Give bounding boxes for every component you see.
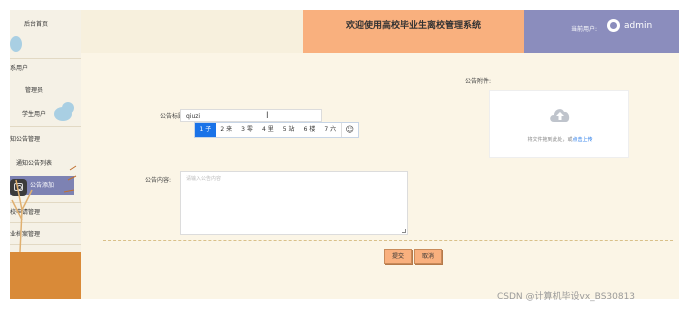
current-user-label: 当前用户: — [571, 26, 598, 33]
avatar[interactable] — [607, 19, 620, 32]
text-cursor-icon: I — [266, 111, 269, 121]
header-spacer — [81, 10, 303, 53]
upload-link[interactable]: 点击上传 — [573, 137, 593, 143]
page-title: 欢迎使用高校毕业生离校管理系统 — [345, 21, 481, 31]
cloud-upload-icon — [550, 109, 570, 122]
watermark: CSDN @计算机毕设vx_BS30813 — [497, 292, 636, 302]
cloud-icon — [10, 36, 22, 52]
cancel-button[interactable]: 取消 — [414, 249, 442, 264]
sidebar-group-users[interactable]: 系用户 — [10, 63, 81, 72]
ime-candidate[interactable]: 2 来 — [216, 123, 237, 137]
sidebar-item-home[interactable]: 后台首页 — [24, 19, 81, 28]
emoji-icon[interactable]: ☺ — [340, 123, 358, 137]
sidebar-divider — [10, 58, 81, 59]
main-content: 公告标题: qiuzi 1 子 2 来 3 零 4 里 5 站 6 楼 7 六 … — [81, 53, 679, 299]
tree-decoration — [11, 165, 77, 252]
ime-candidate[interactable]: 5 站 — [278, 123, 299, 137]
sidebar-divider — [10, 126, 81, 127]
form-divider — [103, 240, 673, 241]
header-title-bar: 欢迎使用高校毕业生离校管理系统 — [303, 10, 524, 53]
title-input[interactable]: qiuzi — [180, 109, 322, 122]
sidebar-item-admins[interactable]: 管理员 — [25, 85, 81, 94]
upload-hint: 将文件拖到此处，或点击上传 — [527, 137, 593, 143]
ime-candidate[interactable]: 4 里 — [257, 123, 278, 137]
ime-candidate-bar: 1 子 2 来 3 零 4 里 5 站 6 楼 7 六 ☺ — [194, 122, 359, 138]
cloud-icon — [62, 102, 74, 114]
file-upload-dropzone[interactable]: 将文件拖到此处，或点击上传 — [489, 90, 629, 158]
content-label: 公告内容: — [144, 177, 171, 184]
ime-candidate[interactable]: 7 六 — [320, 123, 341, 137]
title-label: 公告标题: — [159, 113, 186, 120]
content-placeholder: 请输入公告内容 — [186, 176, 222, 182]
sidebar: 后台首页 系用户 管理员 学生用户 知公告管理 通知公告列表 公告添加 校申请管… — [10, 10, 81, 299]
current-user-name[interactable]: admin — [624, 21, 652, 31]
submit-button[interactable]: 提交 — [384, 249, 412, 264]
attachment-label: 公告附件: — [464, 78, 491, 85]
ime-candidate[interactable]: 6 楼 — [299, 123, 320, 137]
sidebar-footer-decoration — [10, 252, 81, 299]
header-user-panel: 当前用户: admin — [524, 10, 679, 53]
ime-candidate[interactable]: 1 子 — [195, 123, 216, 137]
content-textarea[interactable]: 请输入公告内容 — [180, 171, 408, 235]
resize-handle[interactable] — [402, 229, 406, 233]
ime-candidate[interactable]: 3 零 — [237, 123, 258, 137]
